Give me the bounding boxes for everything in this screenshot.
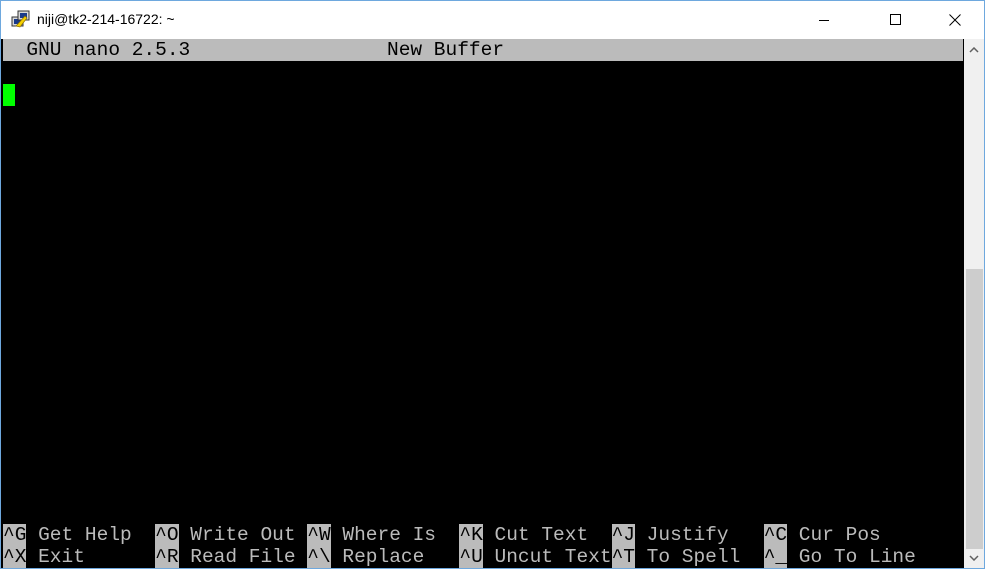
shortcut-label: Justify bbox=[634, 524, 764, 546]
shortcut-label: Cut Text bbox=[482, 524, 612, 546]
shortcut-item: ^O Write Out bbox=[155, 524, 307, 546]
shortcut-label: Write Out bbox=[178, 524, 308, 546]
shortcut-item: ^_ Go To Line bbox=[763, 546, 916, 568]
window-title: niji@tk2-214-16722: ~ bbox=[37, 11, 175, 27]
shortcut-key: ^R bbox=[155, 546, 179, 568]
scrollbar-thumb[interactable] bbox=[966, 269, 983, 549]
shortcut-item: ^G Get Help bbox=[3, 524, 155, 546]
close-icon bbox=[949, 14, 961, 26]
terminal-area[interactable]: GNU nano 2.5.3 New Buffer ^G Get Help ^O … bbox=[1, 39, 964, 568]
nano-version: GNU nano 2.5.3 bbox=[3, 39, 191, 61]
shortcut-key: ^\ bbox=[307, 546, 331, 568]
shortcut-row-1: ^G Get Help ^O Write Out ^W Where Is ^K … bbox=[3, 524, 881, 546]
maximize-button[interactable] bbox=[873, 1, 919, 39]
shortcut-item: ^J Justify bbox=[611, 524, 764, 546]
shortcut-item: ^W Where Is bbox=[307, 524, 459, 546]
shortcut-label: Where Is bbox=[330, 524, 460, 546]
shortcut-label: Uncut Text bbox=[482, 546, 612, 568]
shortcut-item: ^U Uncut Text bbox=[459, 546, 612, 568]
minimize-icon bbox=[819, 20, 829, 21]
shortcut-item: ^\ Replace bbox=[307, 546, 459, 568]
shortcut-key: ^J bbox=[611, 524, 635, 546]
text-cursor bbox=[3, 84, 15, 106]
shortcut-item: ^C Cur Pos bbox=[763, 524, 881, 546]
shortcut-label: Cur Pos bbox=[787, 524, 881, 546]
shortcut-key: ^C bbox=[763, 524, 788, 546]
shortcut-key: ^_ bbox=[763, 546, 788, 568]
chevron-up-icon bbox=[969, 46, 979, 53]
shortcut-key: ^U bbox=[459, 546, 483, 568]
nano-title-bar: GNU nano 2.5.3 New Buffer bbox=[3, 39, 963, 61]
shortcut-label: Get Help bbox=[26, 524, 156, 546]
shortcut-item: ^X Exit bbox=[3, 546, 155, 568]
shortcut-label: Go To Line bbox=[787, 546, 916, 568]
maximize-icon bbox=[890, 14, 901, 25]
shortcut-key: ^K bbox=[459, 524, 483, 546]
shortcut-label: Read File bbox=[178, 546, 308, 568]
shortcut-label: Exit bbox=[26, 546, 156, 568]
close-button[interactable] bbox=[932, 1, 978, 39]
shortcut-item: ^T To Spell bbox=[611, 546, 764, 568]
minimize-button[interactable] bbox=[801, 1, 847, 39]
buffer-name: New Buffer bbox=[387, 39, 505, 61]
shortcut-item: ^K Cut Text bbox=[459, 524, 611, 546]
scroll-up-button[interactable] bbox=[964, 41, 984, 58]
vertical-scrollbar[interactable] bbox=[964, 39, 984, 568]
shortcut-key: ^O bbox=[155, 524, 179, 546]
shortcut-label: Replace bbox=[330, 546, 460, 568]
chevron-down-icon bbox=[969, 554, 979, 561]
shortcut-key: ^G bbox=[3, 524, 27, 546]
putty-icon[interactable] bbox=[11, 10, 31, 30]
shortcut-key: ^W bbox=[307, 524, 331, 546]
shortcut-row-2: ^X Exit ^R Read File ^\ Replace ^U Uncut… bbox=[3, 546, 916, 568]
scroll-down-button[interactable] bbox=[964, 549, 984, 566]
title-bar[interactable]: niji@tk2-214-16722: ~ bbox=[1, 1, 984, 39]
shortcut-key: ^X bbox=[3, 546, 27, 568]
terminal-window: niji@tk2-214-16722: ~ GNU nano 2.5.3 New … bbox=[0, 0, 985, 569]
shortcut-label: To Spell bbox=[634, 546, 764, 568]
shortcut-item: ^R Read File bbox=[155, 546, 307, 568]
shortcut-key: ^T bbox=[611, 546, 635, 568]
